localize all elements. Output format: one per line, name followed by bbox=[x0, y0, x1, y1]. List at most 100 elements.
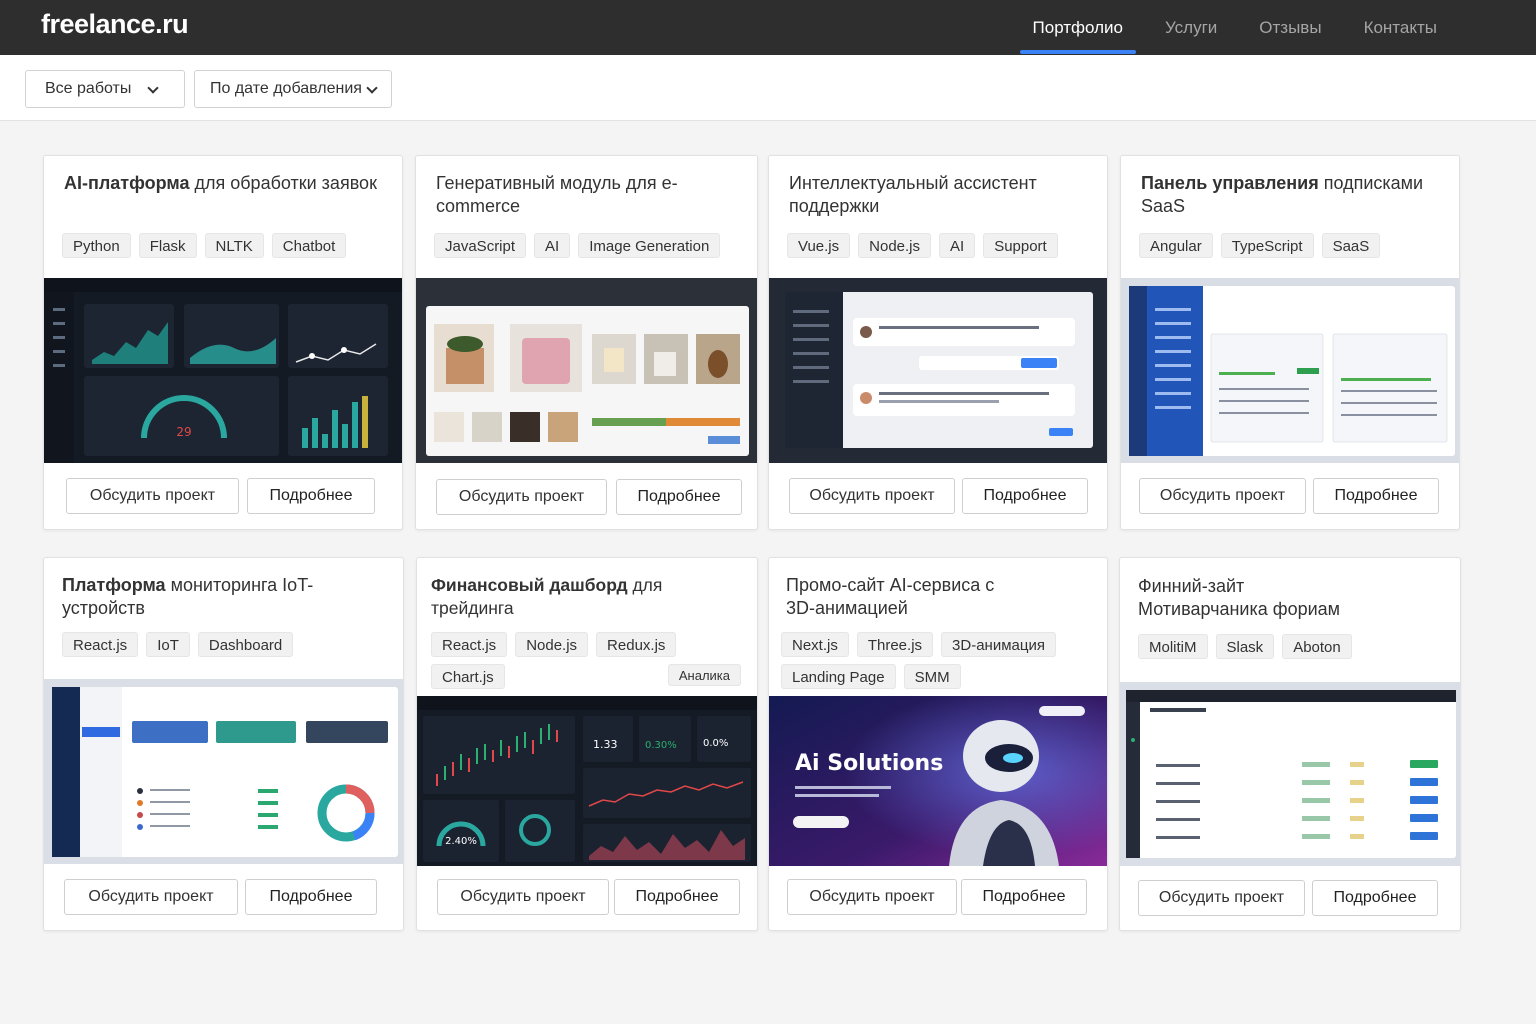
tag: TypeScript bbox=[1220, 233, 1314, 258]
tag: IoT bbox=[146, 632, 190, 657]
portfolio-card-support-assistant: Интеллектуальный ассистент поддержки Vue… bbox=[768, 155, 1108, 530]
preview-value: 0.30% bbox=[645, 740, 677, 751]
category-dropdown-label: Все работы bbox=[45, 80, 132, 97]
tag-list: Python Flask NLTK Chatbot bbox=[62, 233, 392, 258]
details-button[interactable]: Подробнее bbox=[614, 879, 740, 915]
top-navigation-bar: freelance.ru Портфолио Услуги Отзывы Кон… bbox=[0, 0, 1536, 55]
portfolio-card-saas-panel: Панель управления подписками SaaS Angula… bbox=[1120, 155, 1460, 530]
sort-dropdown[interactable]: По дате добавления bbox=[194, 70, 392, 108]
details-button[interactable]: Подробнее bbox=[245, 879, 377, 915]
project-preview-image[interactable]: 29 bbox=[44, 278, 402, 463]
tag-list: Vue.js Node.js AI Support bbox=[787, 233, 1097, 258]
tag: Vue.js bbox=[787, 233, 851, 258]
tag: 3D-анимация bbox=[941, 632, 1056, 657]
tag: Dashboard bbox=[197, 632, 294, 657]
tag-list: Next.js Three.js 3D-анимация Landing Pag… bbox=[781, 632, 1097, 689]
portfolio-card-finance-site: Финний-зайт Мотиварчаника фориам MolitiM… bbox=[1119, 557, 1461, 931]
details-button[interactable]: Подробнее bbox=[1312, 880, 1438, 916]
portfolio-card-ai-platform: AI-платформа для обработки заявок Python… bbox=[43, 155, 403, 530]
tag: MolitiM bbox=[1138, 634, 1208, 659]
card-title: Финансовый дашборд для трейдинга bbox=[431, 575, 663, 618]
project-preview-image[interactable] bbox=[1121, 278, 1459, 463]
details-button[interactable]: Подробнее bbox=[961, 879, 1087, 915]
card-title: Генеративный модуль для e-commerce bbox=[436, 173, 678, 216]
sort-dropdown-label: По дате добавления bbox=[210, 80, 362, 97]
nav-portfolio[interactable]: Портфолио bbox=[1012, 0, 1144, 55]
tag-list: JavaScript AI Image Generation bbox=[434, 233, 747, 258]
discuss-project-button[interactable]: Обсудить проект bbox=[789, 478, 955, 514]
tag: AI bbox=[939, 233, 976, 258]
nav-contacts[interactable]: Контакты bbox=[1343, 0, 1458, 55]
filter-bar: Все работы По дате добавления bbox=[0, 55, 1536, 121]
tag: Slask bbox=[1215, 634, 1275, 659]
tag: Landing Page bbox=[781, 664, 896, 689]
project-preview-image[interactable]: Ai Solutions bbox=[769, 696, 1107, 866]
project-preview-image[interactable]: 1.33 0.30% 0.0% 2.40% bbox=[417, 696, 757, 866]
card-title: Интеллектуальный ассистент поддержки bbox=[789, 173, 1037, 216]
tag: Chart.js bbox=[431, 664, 505, 689]
category-dropdown[interactable]: Все работы bbox=[25, 70, 185, 108]
card-title: Финний-зайт Мотиварчаника фориам bbox=[1138, 576, 1341, 619]
tag: Flask bbox=[138, 233, 197, 258]
portfolio-card-generative-module: Генеративный модуль для e-commerce JavaS… bbox=[415, 155, 758, 530]
tag: Node.js bbox=[515, 632, 589, 657]
discuss-project-button[interactable]: Обсудить проект bbox=[787, 879, 957, 915]
details-button[interactable]: Подробнее bbox=[616, 479, 742, 515]
tag: Node.js bbox=[858, 233, 931, 258]
discuss-project-button[interactable]: Обсудить проект bbox=[64, 879, 238, 915]
discuss-project-button[interactable]: Обсудить проект bbox=[66, 478, 239, 514]
gauge-value: 2.40% bbox=[445, 836, 477, 847]
project-preview-image[interactable] bbox=[1120, 682, 1460, 866]
nav-reviews[interactable]: Отзывы bbox=[1238, 0, 1342, 55]
tag-list: React.js IoT Dashboard bbox=[62, 632, 393, 657]
card-title: Промо-сайт AI-сервиса с 3D-анимацией bbox=[786, 575, 995, 618]
tag: SMM bbox=[903, 664, 961, 689]
discuss-project-button[interactable]: Обсудить проект bbox=[436, 479, 607, 515]
project-preview-image[interactable] bbox=[769, 278, 1107, 463]
preview-value: 0.0% bbox=[703, 738, 728, 749]
logo-suffix: .ru bbox=[155, 9, 189, 39]
project-preview-image[interactable] bbox=[44, 679, 403, 864]
tag: Next.js bbox=[781, 632, 849, 657]
tag: Support bbox=[983, 233, 1058, 258]
details-button[interactable]: Подробнее bbox=[247, 478, 375, 514]
main-nav: Портфолио Услуги Отзывы Контакты bbox=[1012, 0, 1458, 55]
tag: Aboton bbox=[1282, 634, 1352, 659]
tag-list: Angular TypeScript SaaS bbox=[1139, 233, 1449, 258]
tag: AI bbox=[534, 233, 571, 258]
tag: Angular bbox=[1139, 233, 1213, 258]
tag: NLTK bbox=[204, 233, 264, 258]
logo-text: freelance bbox=[41, 9, 156, 39]
card-title: Платформа мониторинга IoT-устройств bbox=[62, 575, 314, 618]
details-button[interactable]: Подробнее bbox=[1313, 478, 1439, 514]
tag: React.js bbox=[62, 632, 139, 657]
tag-list: MolitiM Slask Aboton bbox=[1138, 634, 1450, 659]
card-title: Панель управления подписками SaaS bbox=[1141, 173, 1424, 216]
tag: Python bbox=[62, 233, 131, 258]
tag: JavaScript bbox=[434, 233, 527, 258]
tag: React.js bbox=[431, 632, 508, 657]
tag: Redux.js bbox=[596, 632, 677, 657]
nav-services[interactable]: Услуги bbox=[1144, 0, 1238, 55]
chevron-down-icon bbox=[147, 82, 159, 94]
details-button[interactable]: Подробнее bbox=[962, 478, 1088, 514]
tag: Аналика bbox=[667, 664, 741, 686]
preview-value: 1.33 bbox=[593, 738, 618, 751]
discuss-project-button[interactable]: Обсудить проект bbox=[437, 879, 609, 915]
discuss-project-button[interactable]: Обсудить проект bbox=[1139, 478, 1306, 514]
portfolio-card-finance-dashboard: Финансовый дашборд для трейдинга React.j… bbox=[416, 557, 758, 931]
gauge-value: 29 bbox=[176, 425, 191, 439]
tag: Image Generation bbox=[578, 233, 721, 258]
portfolio-card-ai-promo-site: Промо-сайт AI-сервиса с 3D-анимацией Nex… bbox=[768, 557, 1108, 931]
card-title: AI-платформа для обработки заявок bbox=[64, 173, 377, 193]
site-logo[interactable]: freelance.ru bbox=[41, 9, 189, 40]
project-preview-image[interactable] bbox=[416, 278, 757, 463]
tag: Three.js bbox=[856, 632, 934, 657]
discuss-project-button[interactable]: Обсудить проект bbox=[1138, 880, 1305, 916]
promo-headline: Ai Solutions bbox=[795, 751, 943, 776]
portfolio-card-iot-platform: Платформа мониторинга IoT-устройств Reac… bbox=[43, 557, 404, 931]
tag: SaaS bbox=[1321, 233, 1381, 258]
tag: Chatbot bbox=[271, 233, 347, 258]
tag-list: React.js Node.js Redux.js Chart.js Анали… bbox=[431, 632, 741, 689]
chevron-down-icon bbox=[366, 82, 378, 94]
